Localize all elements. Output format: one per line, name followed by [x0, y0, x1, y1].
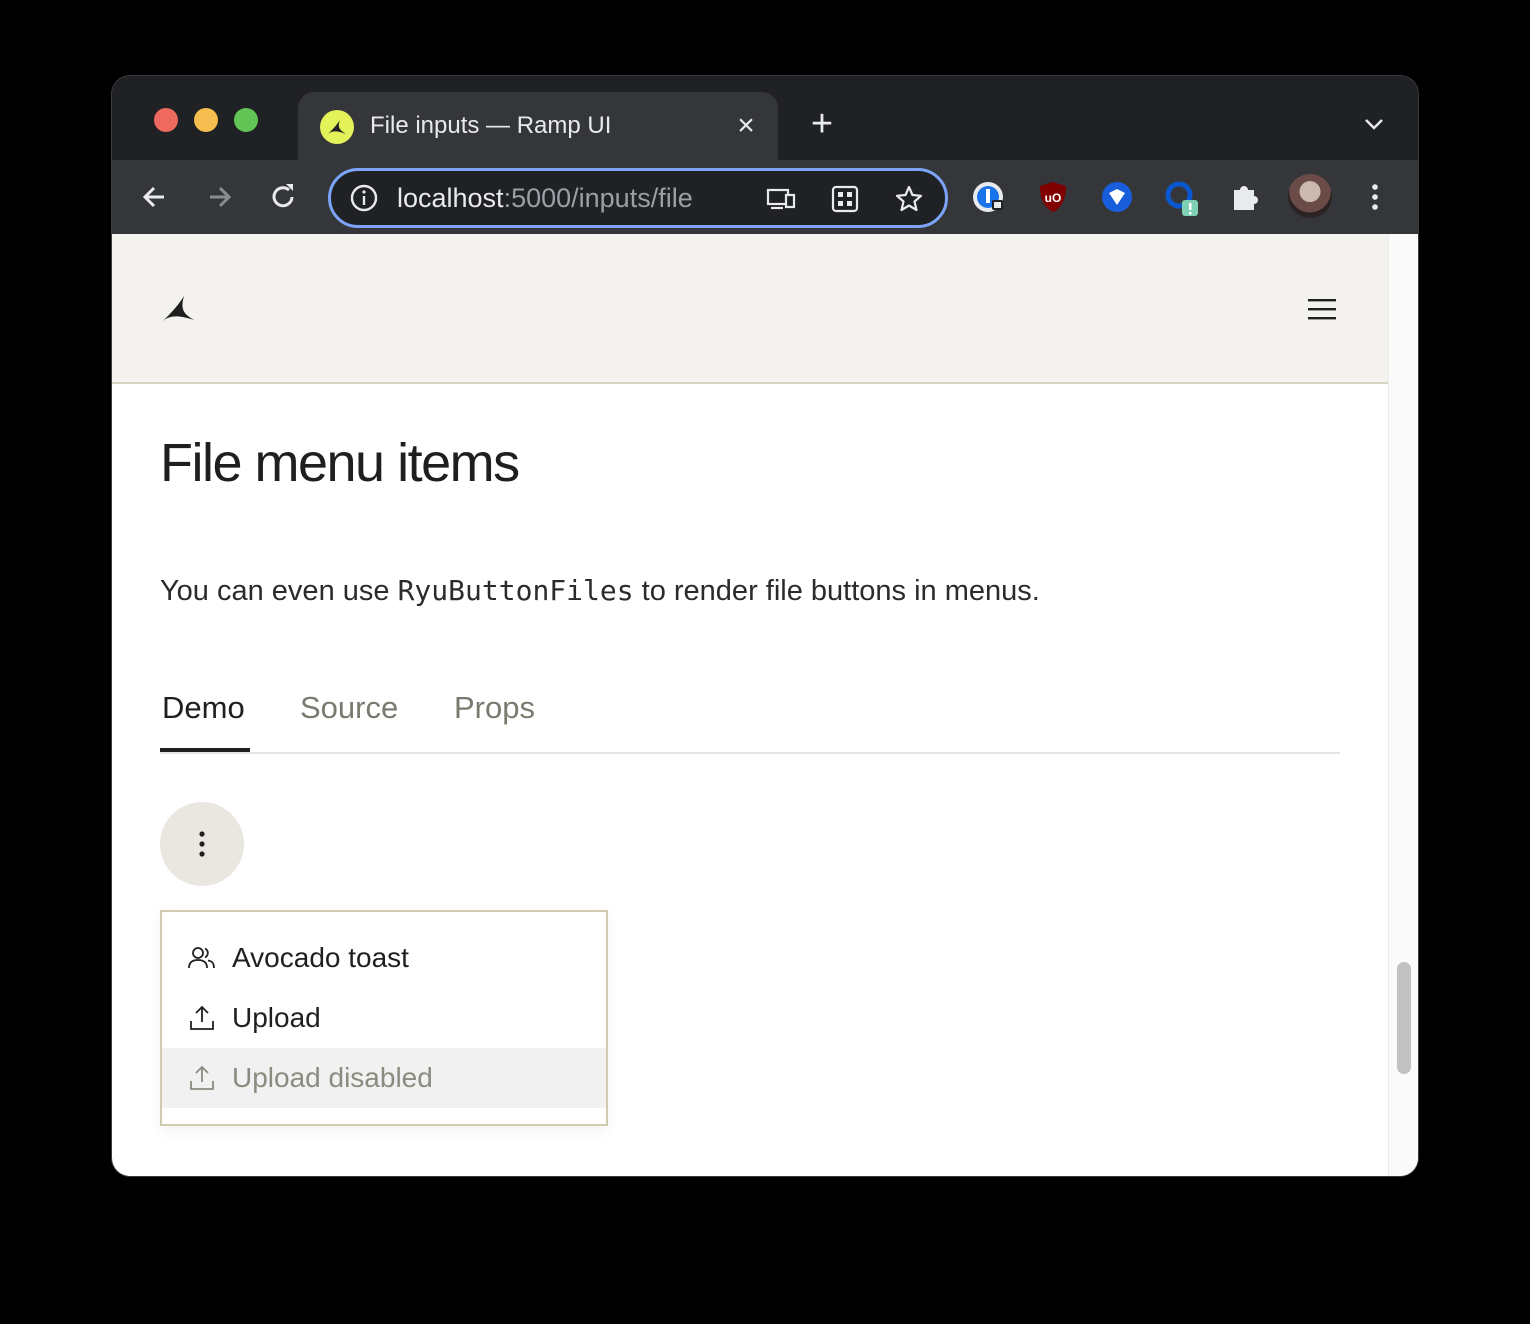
address-bar[interactable]: localhost:5000/inputs/file — [328, 168, 948, 228]
password-manager-icon[interactable] — [970, 178, 1008, 216]
page-content: File menu items You can even use RyuButt… — [112, 234, 1418, 1176]
extension-alert-icon[interactable] — [1162, 178, 1200, 216]
tab-strip: File inputs — Ramp UI × + — [112, 76, 1418, 160]
forward-icon[interactable] — [200, 178, 238, 216]
bitwarden-icon[interactable] — [1098, 178, 1136, 216]
browser-tab[interactable]: File inputs — Ramp UI × — [298, 92, 778, 160]
qr-icon[interactable] — [829, 183, 861, 215]
kebab-menu-icon[interactable] — [1356, 178, 1394, 216]
demo-tabs: Demo Source Props — [160, 686, 1340, 754]
browser-toolbar: localhost:5000/inputs/file uO — [112, 160, 1418, 234]
svg-text:uO: uO — [1045, 191, 1062, 205]
users-icon — [188, 947, 215, 969]
scrollbar[interactable] — [1388, 234, 1418, 1176]
menu-item-upload-disabled: Upload disabled — [162, 1048, 606, 1108]
url-path: :5000/inputs/file — [503, 183, 693, 213]
puzzle-icon[interactable] — [1226, 178, 1264, 216]
browser-window: File inputs — Ramp UI × + localhost:5000… — [112, 76, 1418, 1176]
menu-trigger-button[interactable] — [160, 802, 244, 886]
close-window-button[interactable] — [154, 108, 178, 132]
tab-demo[interactable]: Demo — [162, 690, 245, 726]
url-text: localhost:5000/inputs/file — [397, 183, 693, 214]
tab-props[interactable]: Props — [454, 690, 535, 726]
tab-source[interactable]: Source — [300, 690, 398, 726]
menu-item-label: Upload — [232, 1002, 321, 1033]
vertical-dots-icon — [199, 831, 205, 857]
ublock-icon[interactable]: uO — [1034, 178, 1072, 216]
cast-icon[interactable] — [765, 183, 797, 215]
description-text-end: to render file buttons in menus. — [633, 575, 1040, 607]
page-description: You can even use RyuButtonFiles to rende… — [160, 574, 1040, 608]
close-tab-icon[interactable]: × — [730, 110, 762, 142]
menu-item-upload[interactable]: Upload — [162, 988, 606, 1048]
active-tab-indicator — [160, 748, 250, 752]
file-menu: Avocado toast Upload Upload disabled — [160, 910, 608, 1126]
menu-item-avocado-toast[interactable]: Avocado toast — [162, 928, 606, 988]
component-name-code: RyuButtonFiles — [397, 574, 634, 607]
upload-icon — [190, 1065, 214, 1090]
page-title: File menu items — [160, 433, 520, 493]
scrollbar-thumb[interactable] — [1397, 962, 1411, 1074]
ramp-favicon-icon — [320, 110, 354, 144]
ramp-logo-icon[interactable] — [160, 292, 196, 326]
menu-item-label: Avocado toast — [232, 942, 409, 973]
avatar[interactable] — [1288, 174, 1332, 218]
new-tab-button[interactable]: + — [804, 105, 840, 143]
menu-item-label: Upload disabled — [232, 1062, 433, 1093]
maximize-window-button[interactable] — [234, 108, 258, 132]
info-icon[interactable] — [349, 183, 379, 213]
tab-title: File inputs — Ramp UI — [370, 112, 612, 139]
upload-icon — [190, 1005, 214, 1030]
back-icon[interactable] — [136, 178, 174, 216]
minimize-window-button[interactable] — [194, 108, 218, 132]
site-header — [112, 234, 1388, 384]
description-text: You can even use — [160, 575, 398, 607]
url-host: localhost — [397, 183, 504, 213]
chevron-down-icon[interactable] — [1360, 112, 1388, 136]
reload-icon[interactable] — [264, 178, 302, 216]
star-icon[interactable] — [893, 183, 925, 215]
hamburger-menu-icon[interactable] — [1308, 298, 1336, 320]
